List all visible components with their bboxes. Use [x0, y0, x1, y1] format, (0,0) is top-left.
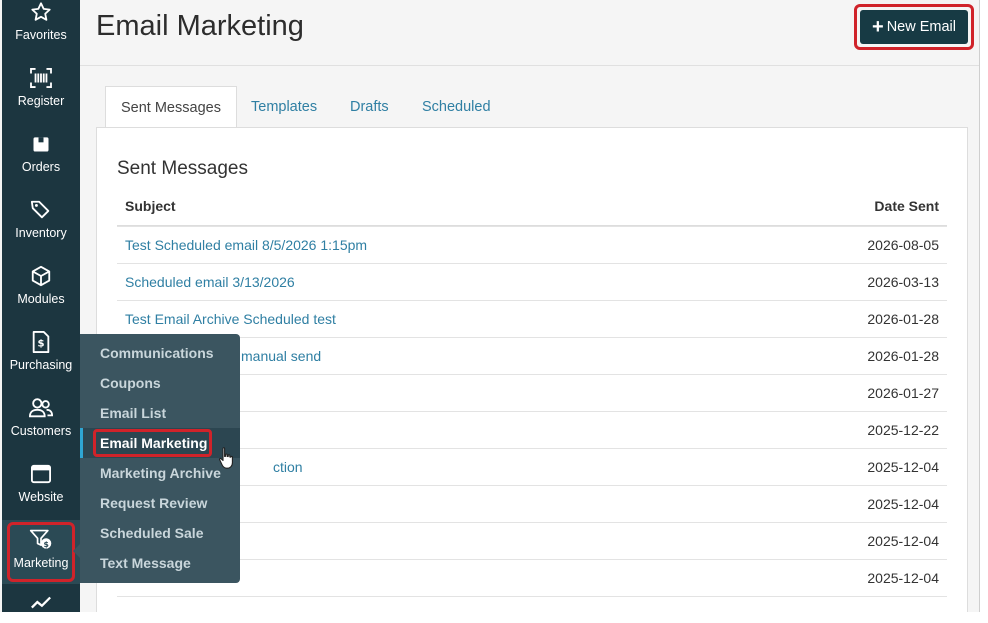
new-email-button-label: New Email: [886, 19, 956, 35]
submenu-item-coupons[interactable]: Coupons: [80, 368, 240, 398]
table-row: 2025-12-04: [117, 522, 947, 559]
table-row: [117, 596, 947, 612]
divider: [80, 65, 979, 66]
sidebar-item-reports[interactable]: [2, 594, 80, 612]
sidebar-item-website[interactable]: Website: [2, 462, 80, 528]
box-icon: [29, 132, 53, 156]
message-date: 2025-12-22: [867, 422, 939, 438]
sidebar-item-label: Register: [17, 94, 65, 108]
sidebar-item-customers[interactable]: Customers: [2, 396, 80, 462]
message-date: 2026-01-28: [867, 348, 939, 364]
message-date: 2025-12-04: [867, 533, 939, 549]
users-icon: [29, 396, 53, 420]
sidebar-item-marketing[interactable]: $ Marketing: [2, 520, 80, 584]
message-date: 2026-01-28: [867, 311, 939, 327]
submenu-item-scheduled-sale[interactable]: Scheduled Sale: [80, 518, 240, 548]
message-date: 2025-12-04: [867, 496, 939, 512]
sidebar-item-modules[interactable]: Modules: [2, 264, 80, 330]
tab-drafts[interactable]: Drafts: [350, 86, 389, 128]
submenu-pointer: [73, 544, 80, 558]
table-row: manual send 2026-01-28: [117, 337, 947, 374]
message-subject-link[interactable]: Test Email Archive Scheduled test: [125, 311, 336, 327]
tab-sent-messages[interactable]: Sent Messages: [105, 86, 237, 128]
sidebar-item-label: Favorites: [15, 28, 67, 42]
sidebar-item-label: Modules: [17, 292, 65, 306]
hand-pointer-icon: [218, 446, 236, 470]
sidebar-item-label: Purchasing: [9, 358, 73, 372]
tab-templates[interactable]: Templates: [251, 86, 317, 128]
tab-scheduled[interactable]: Scheduled: [422, 86, 491, 128]
sidebar-item-label: Inventory: [15, 226, 67, 240]
chart-icon: [29, 594, 53, 612]
message-date: 2025-12-04: [867, 459, 939, 475]
submenu-item-communications[interactable]: Communications: [80, 338, 240, 368]
marketing-submenu: Communications Coupons Email List Email …: [73, 334, 240, 583]
sidebar-item-label: Customers: [10, 424, 72, 438]
message-subject-link[interactable]: manual send: [241, 348, 321, 364]
message-subject-link[interactable]: ction: [273, 459, 303, 475]
message-date: 2026-08-05: [867, 237, 939, 253]
window-icon: [29, 462, 53, 486]
table-row: 2026-01-27: [117, 374, 947, 411]
sidebar-item-purchasing[interactable]: $ Purchasing: [2, 330, 80, 396]
new-email-button[interactable]: + New Email: [860, 10, 968, 44]
table-row: 2025-12-04: [117, 559, 947, 596]
app-window: Favorites Register Orders Inventory Modu…: [0, 0, 980, 612]
sidebar-item-register[interactable]: Register: [2, 66, 80, 132]
sidebar-item-label: Orders: [21, 160, 61, 174]
message-date: 2025-12-04: [867, 570, 939, 586]
cube-icon: [29, 264, 53, 288]
sidebar-item-inventory[interactable]: Inventory: [2, 198, 80, 264]
submenu-item-marketing-archive[interactable]: Marketing Archive: [80, 458, 240, 488]
sidebar: Favorites Register Orders Inventory Modu…: [2, 0, 80, 612]
column-header-subject: Subject: [125, 198, 176, 214]
submenu-item-email-marketing[interactable]: Email Marketing: [80, 428, 240, 458]
highlight-box: [7, 522, 75, 582]
message-date: 2026-03-13: [867, 274, 939, 290]
message-date: 2026-01-27: [867, 385, 939, 401]
sidebar-item-orders[interactable]: Orders: [2, 132, 80, 198]
table-row: Test Email Archive Scheduled test 2026-0…: [117, 300, 947, 337]
table-row: ction 2025-12-04: [117, 448, 947, 485]
page-title: Email Marketing: [96, 10, 304, 42]
submenu-item-text-message[interactable]: Text Message: [80, 548, 240, 578]
column-header-date: Date Sent: [874, 198, 939, 214]
tags-icon: [29, 198, 53, 222]
plus-icon: +: [872, 16, 884, 38]
sidebar-item-favorites[interactable]: Favorites: [2, 0, 80, 52]
svg-text:$: $: [37, 339, 44, 350]
table-row: Scheduled email 3/13/2026 2026-03-13: [117, 263, 947, 300]
invoice-icon: $: [29, 330, 53, 354]
star-icon: [29, 0, 53, 24]
submenu-item-request-review[interactable]: Request Review: [80, 488, 240, 518]
table-row: 2025-12-22: [117, 411, 947, 448]
barcode-icon: [29, 66, 53, 90]
message-subject-link[interactable]: Scheduled email 3/13/2026: [125, 274, 295, 290]
sidebar-item-label: Website: [18, 490, 64, 504]
panel-title: Sent Messages: [117, 158, 248, 179]
submenu-item-email-list[interactable]: Email List: [80, 398, 240, 428]
table-row: Test Scheduled email 8/5/2026 1:15pm 202…: [117, 226, 947, 263]
message-subject-link[interactable]: Test Scheduled email 8/5/2026 1:15pm: [125, 237, 367, 253]
table-row: 2025-12-04: [117, 485, 947, 522]
